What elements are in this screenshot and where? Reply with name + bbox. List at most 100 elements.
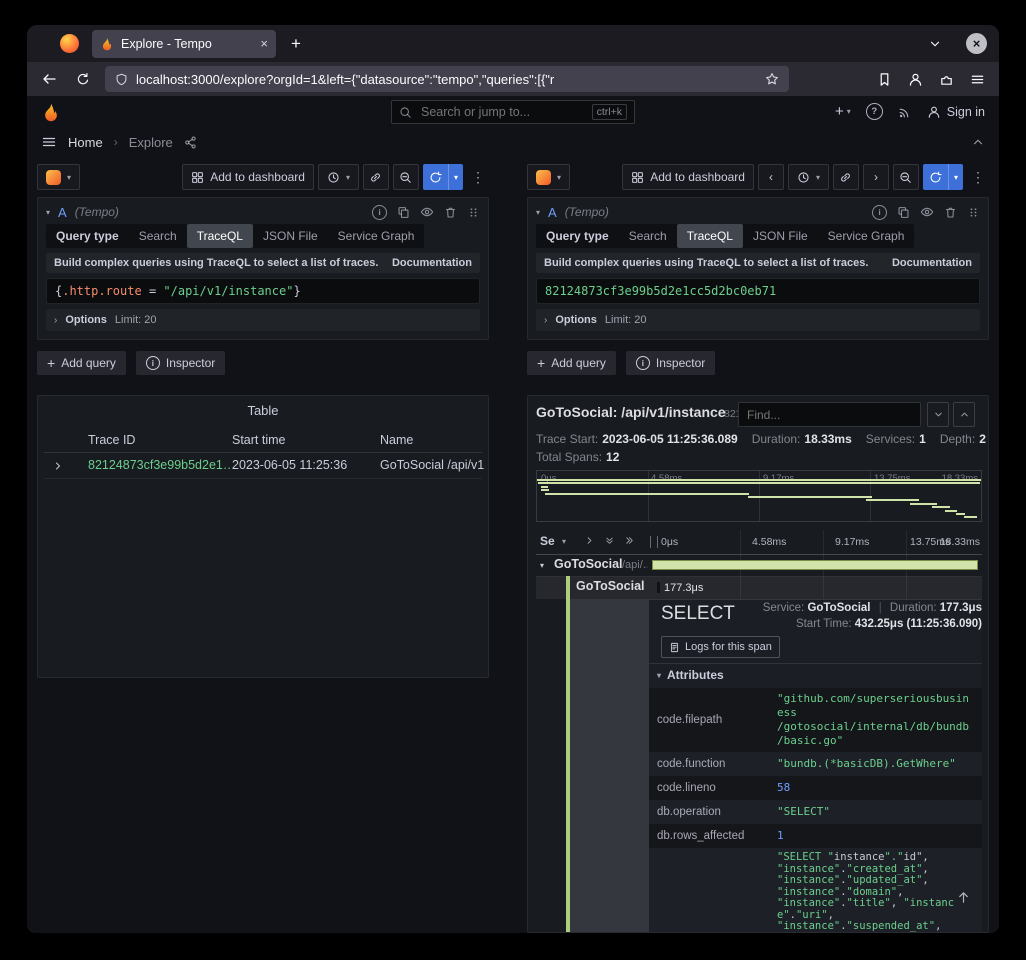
tab-search[interactable]: Search bbox=[619, 224, 677, 248]
tab-close-icon[interactable]: × bbox=[260, 37, 268, 50]
query-help-icon[interactable]: i bbox=[372, 205, 387, 220]
mega-menu-icon[interactable] bbox=[41, 134, 57, 150]
window-close-button[interactable]: × bbox=[966, 33, 987, 54]
trace-id-link[interactable]: 82124873cf3e99b5d2e1… bbox=[88, 452, 235, 478]
extensions-icon[interactable] bbox=[939, 72, 954, 87]
documentation-link[interactable]: Documentation bbox=[892, 257, 972, 269]
pane-kebab-icon[interactable]: ⋮ bbox=[467, 169, 489, 186]
span-service[interactable]: GoToSocial bbox=[554, 557, 623, 571]
column-start-time[interactable]: Start time bbox=[232, 428, 286, 452]
find-input[interactable] bbox=[738, 402, 921, 427]
query-help-icon[interactable]: i bbox=[872, 205, 887, 220]
grafana-logo-icon[interactable] bbox=[41, 102, 61, 122]
options-row[interactable]: › Options Limit: 20 bbox=[536, 309, 980, 331]
remove-query-icon[interactable] bbox=[444, 206, 457, 219]
tab-json-file[interactable]: JSON File bbox=[743, 224, 818, 248]
attributes-accordion[interactable]: ▾ Attributes bbox=[657, 668, 724, 682]
zoom-out-button[interactable] bbox=[893, 164, 919, 190]
tab-traceql[interactable]: TraceQL bbox=[187, 224, 253, 248]
search-input[interactable] bbox=[419, 104, 585, 120]
firefox-view-icon[interactable] bbox=[60, 34, 79, 53]
shift-time-forward-button[interactable]: › bbox=[863, 164, 889, 190]
collapse-all-icon[interactable] bbox=[624, 535, 635, 546]
disable-query-icon[interactable] bbox=[920, 205, 934, 219]
sort-caret-icon[interactable]: ▾ bbox=[562, 537, 566, 546]
add-query-button[interactable]: +Add query bbox=[527, 351, 616, 375]
add-query-button[interactable]: +Add query bbox=[37, 351, 126, 375]
tab-service-graph[interactable]: Service Graph bbox=[328, 224, 425, 248]
row-expander-icon[interactable] bbox=[52, 453, 64, 472]
inspector-button[interactable]: iInspector bbox=[136, 351, 225, 375]
collapse-nav-icon[interactable] bbox=[971, 135, 985, 149]
add-to-dashboard-button[interactable]: Add to dashboard bbox=[182, 164, 314, 190]
column-trace-id[interactable]: Trace ID bbox=[88, 428, 135, 452]
query-row-header[interactable]: ▾ A (Tempo) i bbox=[46, 200, 480, 224]
trace-minimap[interactable]: 0μs 4.58ms 9.17ms 13.75ms 18.33ms bbox=[536, 470, 982, 522]
breadcrumb-home[interactable]: Home bbox=[68, 135, 103, 150]
service-operation-header[interactable]: Se bbox=[540, 534, 555, 548]
expand-one-icon[interactable] bbox=[584, 535, 595, 546]
duplicate-query-icon[interactable] bbox=[897, 206, 910, 219]
browser-tab[interactable]: Explore - Tempo × bbox=[92, 30, 276, 58]
collapse-span-icon[interactable]: ▾ bbox=[540, 561, 544, 570]
run-query-caret[interactable]: ▾ bbox=[948, 164, 963, 190]
drag-handle-icon[interactable] bbox=[967, 206, 980, 219]
datasource-picker[interactable]: ▾ bbox=[527, 164, 570, 190]
tab-search[interactable]: Search bbox=[129, 224, 187, 248]
scroll-to-top-icon[interactable] bbox=[956, 890, 971, 905]
disable-query-icon[interactable] bbox=[420, 205, 434, 219]
column-resizer[interactable] bbox=[650, 536, 658, 548]
rss-icon[interactable] bbox=[898, 105, 912, 119]
add-to-dashboard-button[interactable]: Add to dashboard bbox=[622, 164, 754, 190]
time-picker-button[interactable]: ▾ bbox=[318, 164, 359, 190]
link-button[interactable] bbox=[833, 164, 859, 190]
find-next-button[interactable] bbox=[927, 402, 949, 427]
tab-service-graph[interactable]: Service Graph bbox=[818, 224, 915, 248]
new-tab-button[interactable]: + bbox=[283, 31, 309, 57]
expand-all-icon[interactable] bbox=[604, 535, 615, 546]
collapse-query-icon[interactable]: ▾ bbox=[46, 208, 50, 217]
share-icon[interactable] bbox=[184, 136, 197, 149]
datasource-picker[interactable]: ▾ bbox=[37, 164, 80, 190]
documentation-link[interactable]: Documentation bbox=[392, 257, 472, 269]
url-bar[interactable]: localhost:3000/explore?orgId=1&left={"da… bbox=[105, 66, 789, 92]
pane-kebab-icon[interactable]: ⋮ bbox=[967, 169, 989, 186]
options-row[interactable]: › Options Limit: 20 bbox=[46, 309, 480, 331]
sign-in-button[interactable]: Sign in bbox=[927, 105, 985, 119]
new-menu-button[interactable]: +▾ bbox=[835, 103, 851, 120]
link-button[interactable] bbox=[363, 164, 389, 190]
bookmark-icon[interactable] bbox=[877, 72, 892, 87]
run-query-button[interactable]: ▾ bbox=[923, 164, 963, 190]
account-icon[interactable] bbox=[908, 72, 923, 87]
list-tabs-icon[interactable] bbox=[928, 37, 942, 51]
tab-traceql[interactable]: TraceQL bbox=[677, 224, 743, 248]
traceql-editor[interactable]: {.http.route = "/api/v1/instance"} bbox=[46, 278, 480, 304]
duplicate-query-icon[interactable] bbox=[397, 206, 410, 219]
logs-for-span-button[interactable]: Logs for this span bbox=[661, 636, 780, 658]
column-name[interactable]: Name bbox=[380, 428, 413, 452]
drag-handle-icon[interactable] bbox=[467, 206, 480, 219]
find-prev-button[interactable] bbox=[953, 402, 975, 427]
query-row-header[interactable]: ▾ A (Tempo) i bbox=[536, 200, 980, 224]
traceql-editor[interactable]: 82124873cf3e99b5d2e1cc5d2bc0eb71 bbox=[536, 278, 980, 304]
bookmark-star-icon[interactable] bbox=[765, 72, 779, 86]
search-box[interactable]: ctrl+k bbox=[391, 100, 635, 124]
span-bar[interactable] bbox=[652, 560, 978, 570]
collapse-query-icon[interactable]: ▾ bbox=[536, 208, 540, 217]
zoom-out-button[interactable] bbox=[393, 164, 419, 190]
run-query-button[interactable]: ▾ bbox=[423, 164, 463, 190]
span-tick[interactable] bbox=[657, 582, 660, 593]
table-row[interactable]: 82124873cf3e99b5d2e1… 2023-06-05 11:25:3… bbox=[44, 452, 482, 479]
span-service[interactable]: GoToSocial bbox=[576, 579, 645, 593]
reload-icon[interactable] bbox=[71, 67, 95, 91]
tab-json-file[interactable]: JSON File bbox=[253, 224, 328, 248]
shift-time-back-button[interactable]: ‹ bbox=[758, 164, 784, 190]
span-row-root[interactable]: ▾ GoToSocial /api/… bbox=[536, 554, 982, 577]
time-picker-button[interactable]: ▾ bbox=[788, 164, 829, 190]
menu-icon[interactable] bbox=[970, 72, 985, 87]
remove-query-icon[interactable] bbox=[944, 206, 957, 219]
inspector-button[interactable]: iInspector bbox=[626, 351, 715, 375]
back-icon[interactable] bbox=[37, 67, 61, 91]
help-icon[interactable]: ? bbox=[866, 103, 883, 120]
run-query-caret[interactable]: ▾ bbox=[448, 164, 463, 190]
